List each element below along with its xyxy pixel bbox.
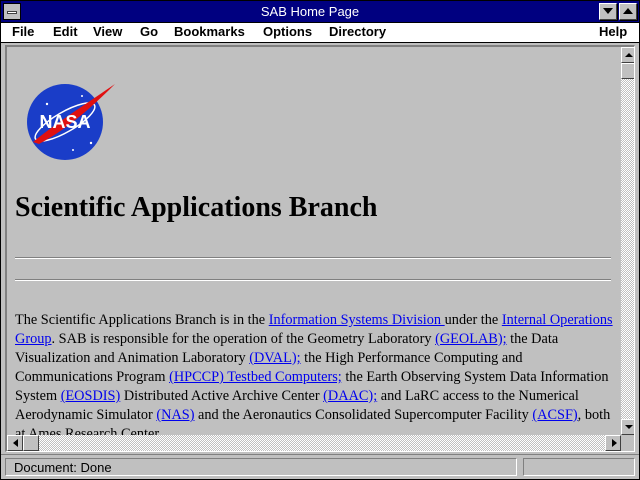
scroll-left-button[interactable] [7,435,23,451]
triangle-up-icon [623,8,633,14]
arrow-up-icon [625,53,633,57]
page-heading: Scientific Applications Branch [15,192,378,223]
paragraph-text: . SAB is responsible for the operation o… [51,331,436,347]
menu-bar: File Edit View Go Bookmarks Options Dire… [1,23,639,43]
scrollbar-corner [621,435,634,451]
paragraph-link[interactable]: (GEOLAB); [435,331,506,347]
status-text: Document: Done [5,458,517,476]
menu-bookmarks[interactable]: Bookmarks [174,24,245,39]
scroll-right-button[interactable] [605,435,621,451]
paragraph-text: The Scientific Applications Branch is in… [15,312,269,328]
status-bar: Document: Done [1,454,639,479]
menu-file[interactable]: File [12,24,34,39]
minimize-button[interactable] [599,3,617,20]
menu-edit[interactable]: Edit [53,24,78,39]
paragraph-link[interactable]: (DAAC); [323,388,377,404]
paragraph-link[interactable]: (HPCCP) Testbed Computers; [169,369,342,385]
nasa-logo-text: NASA [39,112,90,132]
paragraph-text: under the [444,312,502,328]
paragraph-link[interactable]: (NAS) [156,407,194,423]
scroll-up-button[interactable] [621,47,634,63]
maximize-button[interactable] [619,3,637,20]
menu-directory[interactable]: Directory [329,24,386,39]
paragraph-link[interactable]: (EOSDIS) [61,388,121,404]
horizontal-scroll-thumb[interactable] [23,435,39,451]
menu-view[interactable]: View [93,24,122,39]
scroll-down-button[interactable] [621,419,634,435]
browser-window: SAB Home Page File Edit View Go Bookmark… [0,0,640,480]
nasa-logo: NASA [27,84,115,160]
title-bar[interactable]: SAB Home Page [1,1,639,23]
intro-paragraph: The Scientific Applications Branch is in… [15,311,613,435]
system-menu-icon[interactable] [3,3,21,20]
horizontal-rule [15,257,611,259]
progress-indicator [523,458,635,476]
arrow-right-icon [612,439,617,447]
menu-options[interactable]: Options [263,24,312,39]
vertical-scrollbar[interactable] [621,47,634,435]
paragraph-text: and the Aeronautics Consolidated Superco… [194,407,533,423]
triangle-down-icon [603,8,613,14]
paragraph-link[interactable]: Information Systems Division [269,312,445,328]
arrow-down-icon [625,425,633,429]
menu-help[interactable]: Help [599,24,627,39]
vertical-scroll-thumb[interactable] [621,63,634,79]
content-frame: NASA Scientific Applications Branch The … [5,45,635,452]
paragraph-link[interactable]: (ACSF) [532,407,577,423]
window-title: SAB Home Page [260,4,360,19]
horizontal-rule [15,279,611,281]
arrow-left-icon [13,439,18,447]
paragraph-link[interactable]: (DVAL); [249,350,300,366]
menu-go[interactable]: Go [140,24,158,39]
paragraph-text: Distributed Active Archive Center [120,388,324,404]
horizontal-scrollbar[interactable] [7,435,621,451]
document-view[interactable]: NASA Scientific Applications Branch The … [7,47,621,435]
